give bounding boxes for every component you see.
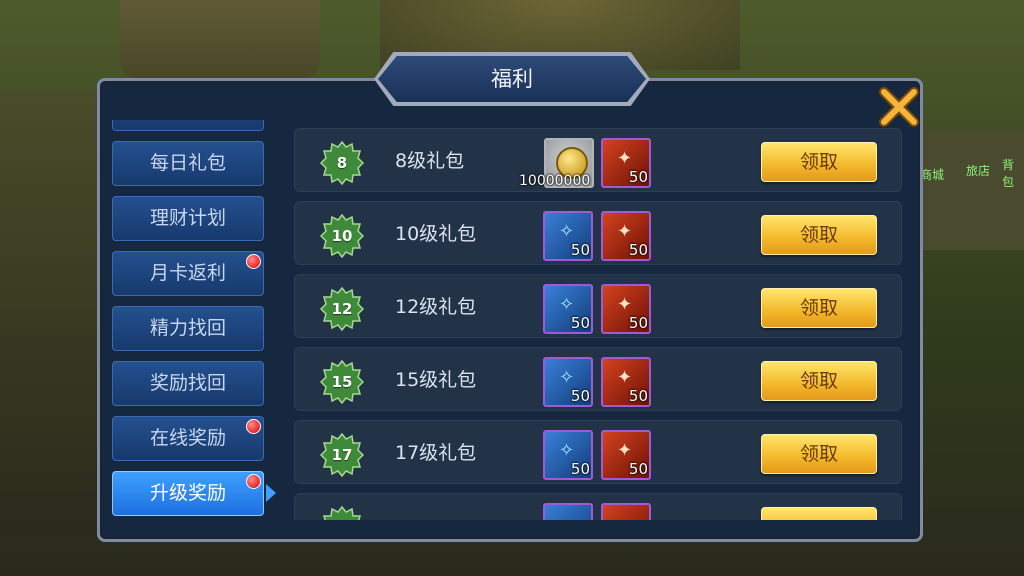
- item-count: 50: [628, 168, 648, 186]
- sidebar-item-daily-gift[interactable]: 每日礼包: [112, 141, 264, 186]
- reward-row: 10 10级礼包 ✧ 50 ✦ 50 领取: [294, 201, 902, 265]
- reward-item-red-scroll[interactable]: ✦ 50: [601, 211, 651, 261]
- reward-item-blue-scroll[interactable]: ✧ 50: [543, 430, 593, 480]
- red-scroll-icon: ✦: [617, 367, 633, 388]
- reward-row: 15 15级礼包 ✧ 50 ✦ 50 领取: [294, 347, 902, 411]
- sidebar-menu: 每日礼包 理财计划 月卡返利 精力找回 奖励找回 在线奖励 升级奖励: [112, 120, 268, 522]
- item-count: 10000000: [519, 173, 591, 189]
- background-right-buildings: 商城 旅店 背包: [914, 130, 1024, 250]
- level-badge: 17: [320, 433, 364, 477]
- reward-item-blue-scroll[interactable]: ✧ 50: [543, 357, 593, 407]
- package-name: 10级礼包: [395, 223, 477, 245]
- red-scroll-icon: ✦: [617, 294, 633, 315]
- reward-item-red-scroll[interactable]: ✦ 50: [601, 284, 651, 334]
- blue-scroll-icon: ✧: [559, 221, 575, 242]
- sidebar-item-label: 奖励找回: [149, 372, 226, 394]
- reward-item-gold[interactable]: 10000000: [519, 138, 594, 189]
- claim-button[interactable]: 领取: [761, 434, 877, 474]
- level-badge: 8: [320, 141, 364, 185]
- level-badge-number: 17: [331, 446, 353, 464]
- package-name: 8级礼包: [395, 150, 465, 172]
- item-count: 50: [628, 314, 648, 332]
- package-name: 17级礼包: [395, 442, 477, 464]
- notification-dot: [246, 474, 261, 489]
- background-label: 旅店: [966, 164, 991, 178]
- background-label: 商城: [920, 168, 945, 182]
- sidebar-item-hidden[interactable]: [112, 120, 264, 131]
- background-hut: [120, 0, 320, 80]
- sidebar-item-energy-recovery[interactable]: 精力找回: [112, 306, 264, 351]
- sidebar-item-label: 精力找回: [149, 317, 226, 339]
- panel-title: 福利: [491, 67, 533, 91]
- sidebar-item-label: 理财计划: [149, 207, 226, 229]
- reward-row: 12 12级礼包 ✧ 50 ✦ 50 领取: [294, 274, 902, 338]
- level-badge-icon: [323, 506, 361, 520]
- background-label: 背包: [1002, 158, 1015, 189]
- sidebar-item-label: 月卡返利: [149, 262, 226, 284]
- item-count: 50: [570, 314, 590, 332]
- package-name: 12级礼包: [395, 296, 477, 318]
- reward-row: 8 8级礼包 10000000 ✦ 50 领取: [294, 128, 902, 192]
- red-scroll-icon: ✦: [617, 221, 633, 242]
- reward-item-red-scroll[interactable]: ✦ 50: [601, 430, 651, 480]
- item-count: 50: [570, 241, 590, 259]
- level-badge: 15: [320, 360, 364, 404]
- sidebar-item-label: 每日礼包: [149, 152, 226, 174]
- level-badge-number: 8: [336, 154, 348, 172]
- level-badge-number: 15: [331, 373, 353, 391]
- close-icon: [879, 87, 919, 127]
- claim-button[interactable]: [761, 507, 877, 520]
- reward-item-red-scroll[interactable]: ✦ 50: [601, 357, 651, 407]
- blue-scroll-icon: ✧: [559, 294, 575, 315]
- sidebar-item-monthly-card[interactable]: 月卡返利: [112, 251, 264, 296]
- reward-item-blue-scroll[interactable]: ✧ 50: [543, 284, 593, 334]
- red-scroll-icon: ✦: [617, 148, 633, 169]
- sidebar-item-levelup-reward[interactable]: 升级奖励: [112, 471, 264, 516]
- reward-list[interactable]: 8 8级礼包 10000000 ✦ 50 领取 10 10级礼包 ✧ 50 ✦ …: [294, 128, 902, 520]
- reward-item-red-scroll[interactable]: ✦ 50: [601, 138, 651, 188]
- sidebar-item-finance-plan[interactable]: 理财计划: [112, 196, 264, 241]
- item-count: 50: [570, 460, 590, 478]
- claim-button[interactable]: 领取: [761, 288, 877, 328]
- red-scroll-icon: ✦: [617, 440, 633, 461]
- sidebar-item-reward-recovery[interactable]: 奖励找回: [112, 361, 264, 406]
- level-badge: 10: [320, 214, 364, 258]
- notification-dot: [246, 419, 261, 434]
- level-badge-number: 12: [331, 300, 353, 318]
- notification-dot: [246, 254, 261, 269]
- blue-scroll-icon: ✧: [559, 367, 575, 388]
- package-name: 15级礼包: [395, 369, 477, 391]
- item-count: 50: [570, 387, 590, 405]
- reward-row-partial: [294, 493, 902, 520]
- blue-scroll-icon: ✧: [559, 440, 575, 461]
- claim-button[interactable]: 领取: [761, 215, 877, 255]
- item-count: 50: [628, 460, 648, 478]
- level-badge: [320, 506, 364, 520]
- item-count: 50: [628, 387, 648, 405]
- reward-item-red-scroll[interactable]: [601, 503, 651, 520]
- claim-button[interactable]: 领取: [761, 142, 877, 182]
- background-left-scenery: [0, 90, 100, 530]
- reward-item-blue-scroll[interactable]: [543, 503, 593, 520]
- claim-button[interactable]: 领取: [761, 361, 877, 401]
- active-tab-arrow-icon: [266, 484, 276, 502]
- reward-item-blue-scroll[interactable]: ✧ 50: [543, 211, 593, 261]
- level-badge: 12: [320, 287, 364, 331]
- level-badge-number: 10: [331, 227, 353, 245]
- sidebar-item-label: 升级奖励: [149, 482, 226, 504]
- close-button[interactable]: [878, 86, 920, 128]
- sidebar-item-label: 在线奖励: [149, 427, 226, 449]
- reward-row: 17 17级礼包 ✧ 50 ✦ 50 领取: [294, 420, 902, 484]
- sidebar-item-online-reward[interactable]: 在线奖励: [112, 416, 264, 461]
- item-count: 50: [628, 241, 648, 259]
